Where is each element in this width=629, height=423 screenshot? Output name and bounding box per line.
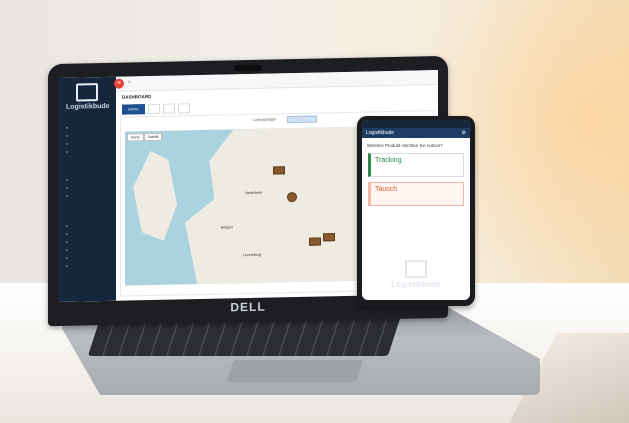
phone-screen: Logistikbude ⚙ Welches Produkt möchten S…	[362, 120, 470, 300]
settings-icon[interactable]: ⚙	[462, 128, 466, 138]
search-icon[interactable]: ⌕	[128, 79, 131, 86]
sidebar-item[interactable]	[66, 240, 71, 244]
phone-app-header: Logistikbude ⚙	[362, 128, 470, 138]
tab-map[interactable]: KARTE	[122, 104, 145, 115]
sidebar-item[interactable]	[66, 248, 71, 252]
sidebar-item[interactable]	[66, 232, 71, 236]
phone-status-bar	[362, 120, 470, 128]
sidebar-item[interactable]	[66, 194, 71, 198]
map-button-satellite[interactable]: Satellit	[143, 132, 163, 142]
webcam	[234, 64, 262, 72]
tab-bar: KARTE	[122, 103, 190, 115]
sidebar-item[interactable]	[66, 126, 71, 130]
tracking-title: Tracking	[375, 157, 402, 164]
tab-2[interactable]	[147, 103, 160, 115]
photo-scene: Logistikbude ≡ ⌕	[0, 0, 629, 423]
smartphone: Logistikbude ⚙ Welches Produkt möchten S…	[357, 116, 475, 306]
product-question: Welches Produkt möchten Sie nutzen?	[367, 143, 443, 148]
sidebar-item[interactable]	[66, 224, 71, 228]
map-pin[interactable]	[273, 166, 285, 175]
carrier-select[interactable]	[287, 115, 317, 124]
sidebar-item[interactable]	[66, 142, 71, 146]
map-label: Nederland	[245, 190, 262, 196]
app-topbar	[116, 70, 438, 92]
phone-app-title: Logistikbude	[366, 130, 395, 136]
map-label: Belgien	[221, 225, 233, 230]
sidebar-item[interactable]	[66, 256, 71, 260]
carrier-label: Ladungsträger	[253, 117, 277, 122]
watermark-text: Logistikbude	[391, 280, 441, 289]
map-label: Luxemburg	[243, 252, 261, 258]
tab-4[interactable]	[177, 103, 190, 114]
logo-text: Logistikbude	[66, 102, 110, 111]
app-sidebar: Logistikbude	[58, 76, 116, 302]
laptop-touchpad	[226, 360, 364, 382]
map-pin[interactable]	[309, 237, 321, 246]
tab-3[interactable]	[162, 103, 175, 114]
map-button-map[interactable]: Karte	[127, 133, 144, 142]
exchange-title: Tausch	[375, 186, 398, 193]
sidebar-item[interactable]	[66, 178, 71, 182]
sidebar-item[interactable]	[66, 150, 71, 154]
map-pin[interactable]	[323, 233, 335, 242]
map-type-buttons: Karte Satellit	[127, 132, 163, 142]
sidebar-item[interactable]	[66, 264, 71, 268]
page-title: DASHBOARD	[122, 94, 152, 100]
exchange-card[interactable]: Tausch	[368, 182, 464, 206]
watermark-logo-icon	[405, 260, 427, 278]
phone-watermark: Logistikbude	[362, 260, 470, 289]
map-land-uk	[133, 150, 177, 241]
tracking-card[interactable]: Tracking	[368, 153, 464, 177]
sidebar-item[interactable]	[66, 186, 71, 190]
logo-box-icon	[76, 83, 98, 102]
app-logo[interactable]: Logistikbude	[66, 83, 110, 111]
sidebar-item[interactable]	[66, 134, 71, 138]
